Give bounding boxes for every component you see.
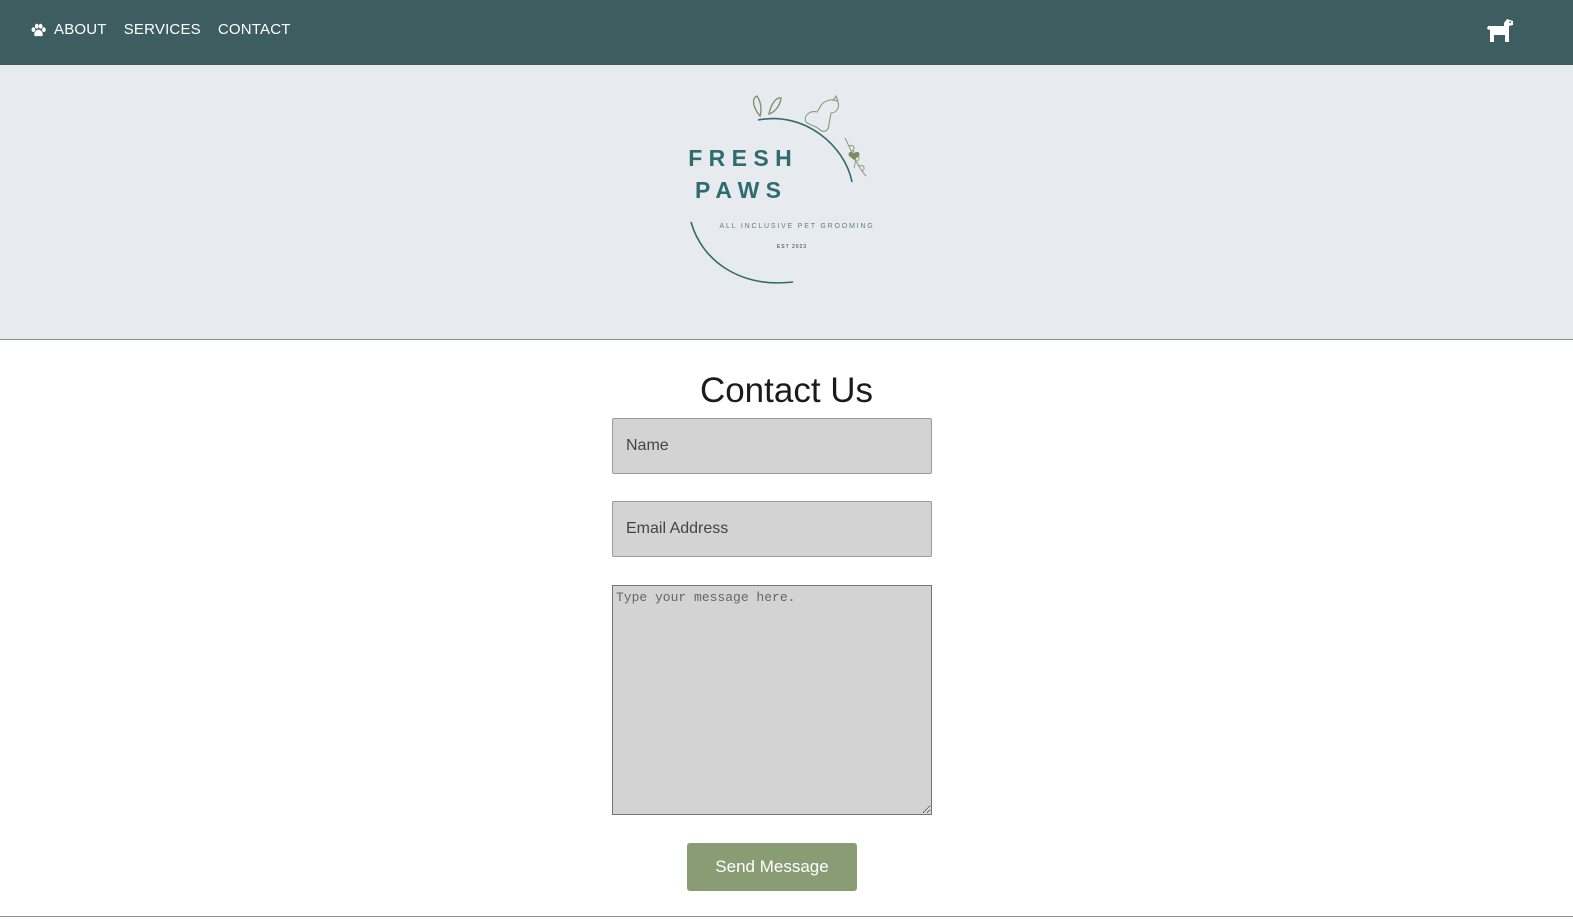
name-input[interactable] [612,418,932,474]
paw-icon [31,23,46,36]
main-nav: ABOUT SERVICES CONTACT [30,19,308,41]
logo-line2: P A W S [695,177,781,203]
send-message-button[interactable]: Send Message [687,843,857,891]
page-title: Contact Us [699,371,874,410]
email-input[interactable] [612,501,932,557]
dog-icon[interactable] [1485,16,1515,46]
logo-line1: F R E S H [688,145,792,171]
nav-services-link[interactable]: SERVICES [124,19,201,41]
top-nav-bar: ABOUT SERVICES CONTACT [0,0,1573,65]
message-textarea[interactable] [612,585,932,815]
logo-established: EST 2023 [777,244,807,250]
footer-divider [0,916,1573,917]
logo-tagline: ALL INCLUSIVE PET GROOMING [720,223,875,230]
fresh-paws-logo: F R E S H P A W S ALL INCLUSIVE PET GROO… [688,94,875,284]
nav-contact-link[interactable]: CONTACT [218,19,291,41]
nav-about-link[interactable]: ABOUT [54,19,107,41]
